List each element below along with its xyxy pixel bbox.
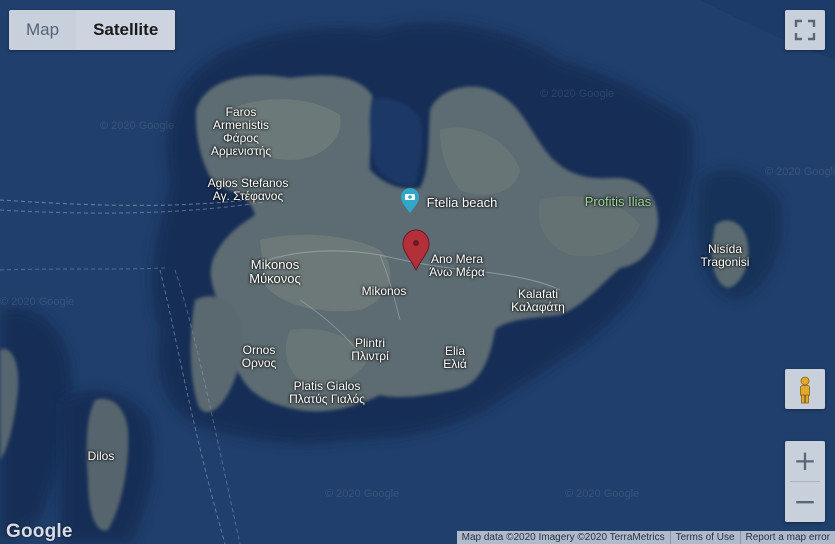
attribution-text: Map data ©2020 Imagery ©2020 TerraMetric… bbox=[461, 532, 665, 543]
map-imagery bbox=[0, 0, 835, 544]
place-label-elia[interactable]: Elia Ελιά bbox=[443, 345, 467, 371]
pegman-icon bbox=[800, 376, 810, 404]
place-label-profitis-ilias[interactable]: Profitis Ilias bbox=[585, 195, 651, 209]
place-label-agios-stefanos[interactable]: Agios Stefanos Αγ. Στέφανος bbox=[208, 177, 289, 203]
place-label-kalafati[interactable]: Kalafati Καλαφάτη bbox=[511, 288, 565, 314]
place-label-nisida-tragonisi[interactable]: Nisída Tragonisi bbox=[701, 243, 750, 269]
watermark: © 2020 Google bbox=[325, 488, 400, 500]
place-label-platis-gialos[interactable]: Platis Gialos Πλατύς Γιαλός bbox=[289, 380, 365, 406]
zoom-out-button[interactable]: − bbox=[785, 482, 825, 522]
watermark: © 2020 Google bbox=[540, 88, 615, 100]
watermark: © 2020 Google bbox=[0, 296, 75, 308]
watermark: © 2020 Google bbox=[565, 488, 640, 500]
satellite-map[interactable]: © 2020 Google © 2020 Google © 2020 Googl… bbox=[0, 0, 835, 544]
place-label-ftelia-beach[interactable]: Ftelia beach bbox=[427, 196, 498, 210]
map-type-map-button[interactable]: Map bbox=[9, 10, 76, 50]
terms-of-use-link[interactable]: Terms of Use bbox=[669, 531, 740, 544]
map-type-control: Map Satellite bbox=[9, 10, 176, 50]
place-label-plintri[interactable]: Plintri Πλιντρί bbox=[351, 337, 389, 363]
google-logo[interactable]: Google bbox=[6, 521, 73, 543]
zoom-control: + − bbox=[785, 441, 825, 522]
place-label-ano-mera[interactable]: Ano Mera Άνω Μέρα bbox=[429, 253, 485, 279]
place-label-mikonos-island[interactable]: Mikonos bbox=[362, 285, 407, 298]
zoom-in-button[interactable]: + bbox=[785, 441, 825, 481]
place-label-faros[interactable]: Faros Armenistis Φάρος Αρμενιστής bbox=[211, 106, 271, 158]
place-label-dilos[interactable]: Dilos bbox=[88, 450, 115, 463]
street-view-pegman-button[interactable] bbox=[785, 369, 825, 409]
map-type-satellite-button[interactable]: Satellite bbox=[76, 10, 176, 50]
place-label-ornos[interactable]: Ornos Ορνος bbox=[242, 344, 277, 370]
fullscreen-icon bbox=[794, 19, 816, 41]
attribution-bar: Map data ©2020 Imagery ©2020 TerraMetric… bbox=[456, 531, 835, 544]
watermark: © 2020 Google bbox=[100, 120, 175, 132]
watermark: © 2020 Google bbox=[765, 166, 835, 178]
fullscreen-button[interactable] bbox=[785, 10, 825, 50]
place-label-mikonos-town[interactable]: Mikonos Μύκονος bbox=[249, 258, 301, 286]
report-map-error-link[interactable]: Report a map error bbox=[739, 531, 835, 544]
